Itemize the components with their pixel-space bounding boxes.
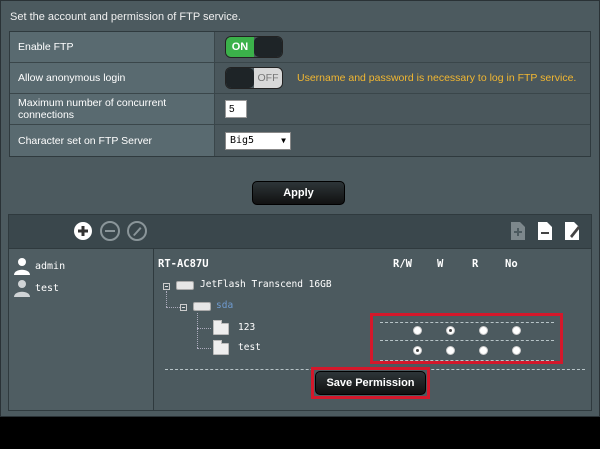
remove-icon[interactable] (100, 221, 120, 241)
folder-name: test (238, 342, 261, 353)
partition-icon (193, 302, 211, 311)
apply-button[interactable]: Apply (252, 181, 345, 205)
add-icon[interactable] (73, 221, 93, 241)
toggle-knob (254, 37, 282, 57)
charset-label: Character set on FTP Server (10, 125, 215, 156)
toggle-knob (226, 68, 254, 88)
user-list: admin test (9, 249, 154, 410)
toggle-off-label: OFF (254, 68, 282, 88)
usb-drive-icon (176, 281, 194, 290)
chevron-down-icon: ▼ (281, 136, 286, 145)
column-no: No (505, 258, 518, 270)
tree-line (166, 307, 180, 308)
collapse-icon[interactable] (163, 283, 170, 290)
collapse-icon[interactable] (180, 304, 187, 311)
max-connections-input[interactable]: 5 (225, 100, 247, 118)
column-rw: R/W (393, 258, 412, 270)
permission-toolbar (9, 215, 591, 249)
list-item[interactable]: admin (13, 257, 65, 275)
folder-icon (213, 320, 229, 335)
folder-icon (213, 340, 229, 355)
column-r: R (472, 258, 479, 270)
charset-select[interactable]: Big5 ▼ (225, 131, 291, 150)
tree-line (166, 291, 167, 307)
user-name: admin (35, 260, 66, 272)
folder-add-icon[interactable] (510, 221, 526, 241)
tree-line (197, 328, 211, 329)
folder-name: 123 (238, 322, 256, 333)
edit-icon[interactable] (127, 221, 147, 241)
device-name: JetFlash Transcend 16GB (200, 279, 332, 290)
charset-row: Character set on FTP Server Big5 ▼ (10, 125, 590, 156)
partition-name[interactable]: sda (216, 300, 233, 311)
settings-table: Enable FTP ON Allow anonymous login OFF … (9, 31, 591, 157)
rename-icon[interactable] (564, 221, 582, 241)
enable-ftp-toggle[interactable]: ON (225, 36, 283, 58)
tree-line (197, 313, 198, 348)
tree-line (197, 348, 211, 349)
enable-ftp-row: Enable FTP ON (10, 32, 590, 63)
user-icon (14, 258, 30, 275)
page-subtitle: Set the account and permission of FTP se… (10, 11, 241, 23)
max-connections-row: Maximum number of concurrent connections… (10, 94, 590, 125)
user-name: test (35, 282, 60, 294)
toggle-on-label: ON (226, 37, 254, 57)
charset-value: Big5 (230, 135, 255, 146)
save-permission-button[interactable]: Save Permission (315, 371, 426, 395)
user-icon (14, 280, 30, 297)
router-name: RT-AC87U (158, 258, 209, 270)
list-item[interactable]: test (13, 279, 59, 297)
anonymous-label: Allow anonymous login (10, 63, 215, 93)
enable-ftp-label: Enable FTP (10, 32, 215, 62)
anonymous-row: Allow anonymous login OFF Username and p… (10, 63, 590, 94)
anonymous-toggle[interactable]: OFF (225, 67, 283, 89)
anonymous-note: Username and password is necessary to lo… (297, 72, 577, 84)
folder-remove-icon[interactable] (537, 221, 553, 241)
max-connections-label: Maximum number of concurrent connections (10, 94, 215, 124)
ftp-settings-page: Set the account and permission of FTP se… (0, 0, 600, 417)
highlight-box (370, 313, 563, 364)
permission-panel: admin test RT-AC87U R/W W R No JetFlash … (8, 214, 592, 411)
column-w: W (437, 258, 444, 270)
